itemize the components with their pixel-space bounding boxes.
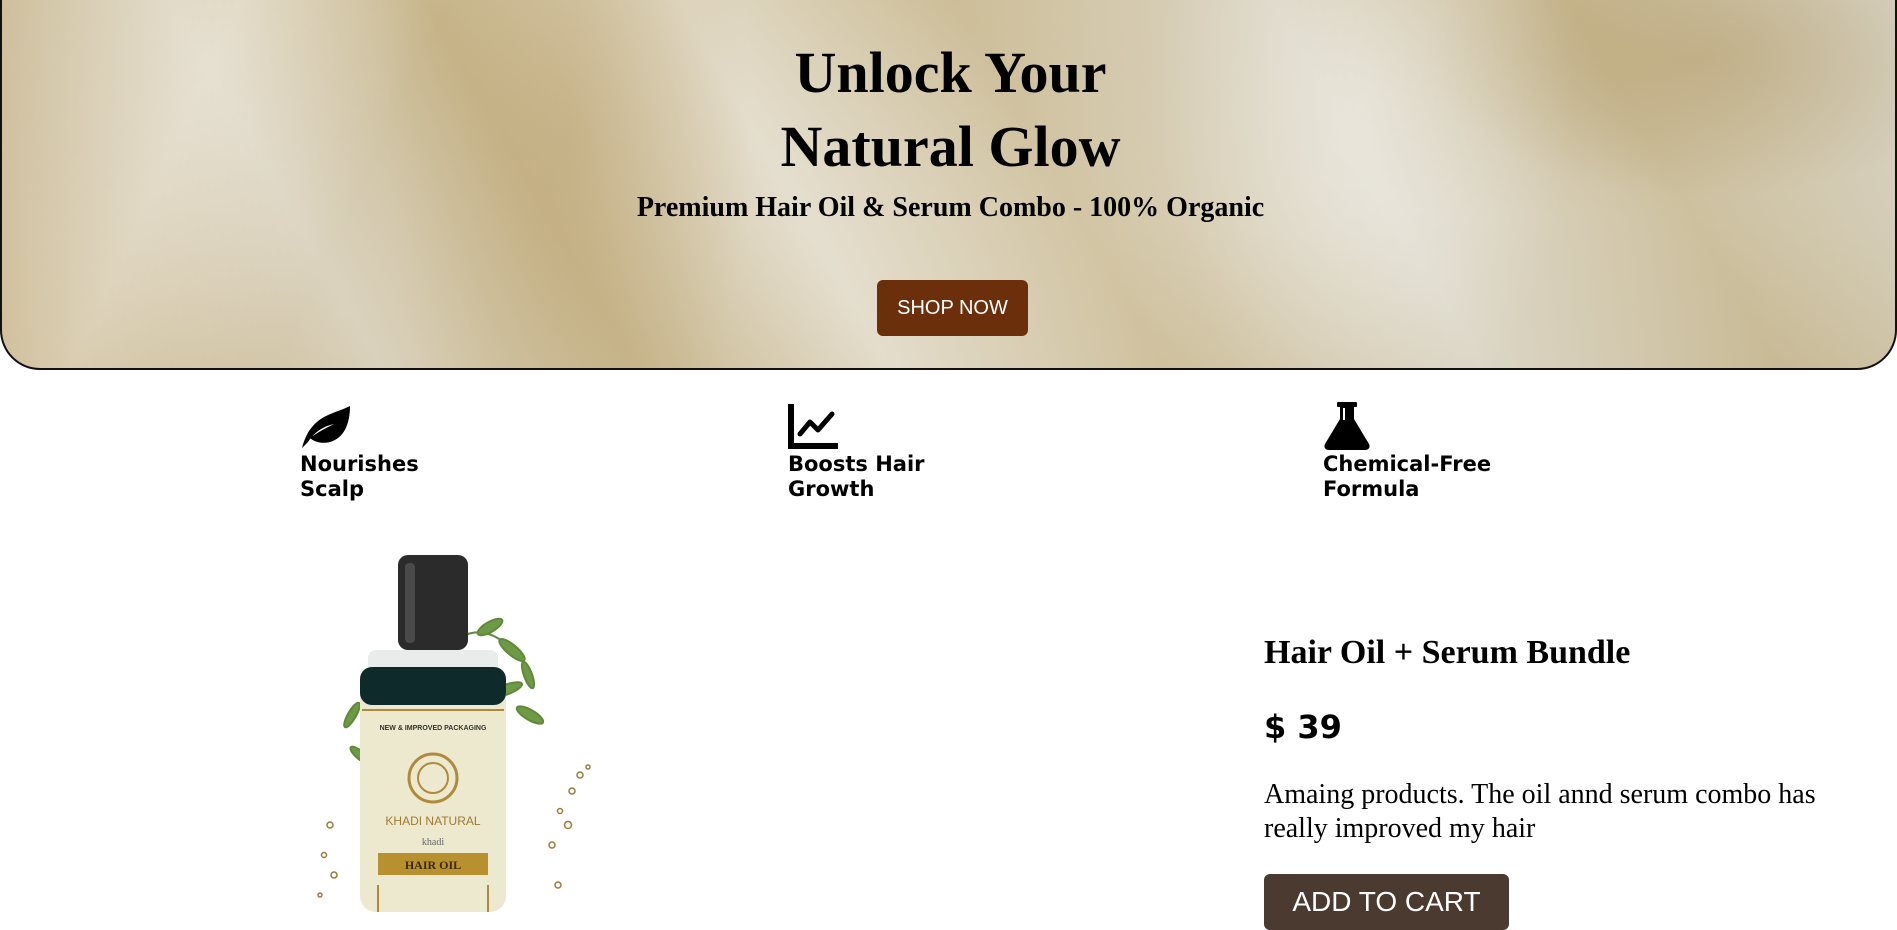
feature-label: Nourishes Scalp <box>300 452 419 501</box>
product-title: Hair Oil + Serum Bundle <box>1264 634 1631 671</box>
shop-now-button[interactable]: SHOP NOW <box>877 280 1028 336</box>
feature-boosts-hair-growth: Boosts Hair Growth <box>788 402 988 502</box>
feature-label: Boosts Hair Growth <box>788 452 925 501</box>
leaf-icon <box>302 406 350 448</box>
hero-subtitle: Premium Hair Oil & Serum Combo - 100% Or… <box>636 192 1265 223</box>
product-price: $ 39 <box>1264 708 1342 746</box>
feature-nourishes-scalp: Nourishes Scalp <box>300 402 500 502</box>
product-image: NEW & IMPROVED PACKAGING KHADI NATURAL k… <box>317 555 591 912</box>
product-description: Amaing products. The oil annd serum comb… <box>1264 779 1816 844</box>
svg-text:NEW & IMPROVED PACKAGING: NEW & IMPROVED PACKAGING <box>380 725 487 732</box>
svg-text:khadi: khadi <box>422 837 444 848</box>
hero-banner: Unlock Your Natural Glow Premium Hair Oi… <box>0 0 1897 370</box>
feature-label: Chemical-Free Formula <box>1323 452 1492 501</box>
feature-chemical-free-formula: Chemical-Free Formula <box>1323 402 1523 502</box>
chart-line-icon <box>788 404 838 449</box>
svg-text:HAIR OIL: HAIR OIL <box>405 858 461 872</box>
svg-text:KHADI NATURAL: KHADI NATURAL <box>385 814 480 828</box>
hero-title-line2: Natural Glow <box>780 114 1121 179</box>
hero-title: Unlock Your Natural Glow <box>2 36 1895 184</box>
hero-title-line1: Unlock Your <box>794 40 1107 105</box>
add-to-cart-button[interactable]: ADD TO CART <box>1264 874 1509 930</box>
flask-icon <box>1324 402 1370 450</box>
